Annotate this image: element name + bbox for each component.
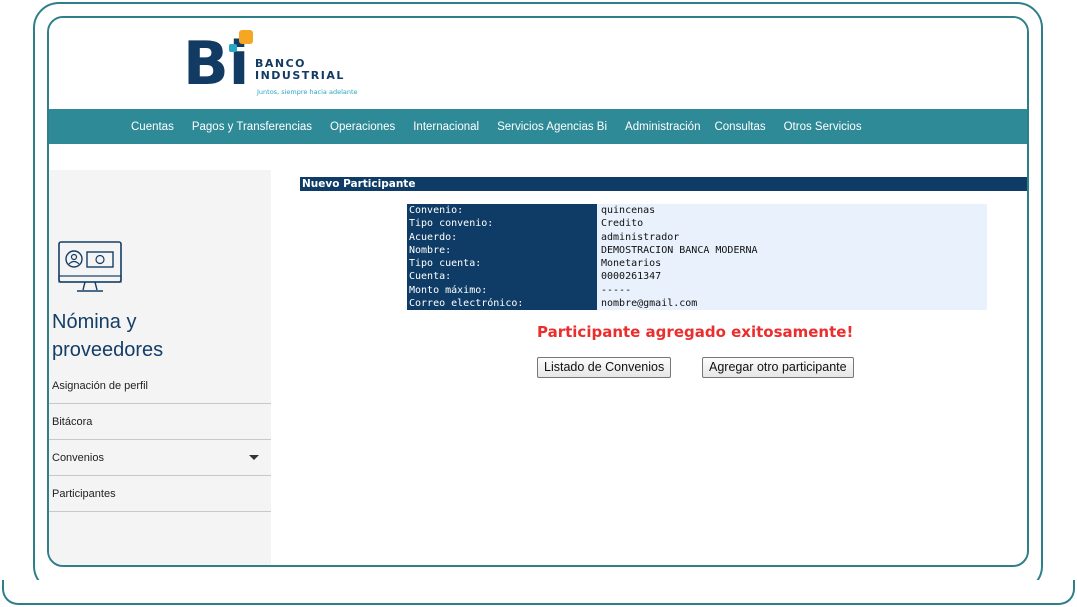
- nav-item-pagos[interactable]: Pagos y Transferencias: [192, 121, 312, 133]
- table-row: Acuerdo: administrador: [407, 230, 987, 244]
- add-another-participant-button[interactable]: Agregar otro participante: [702, 357, 854, 378]
- bank-name-line2: INDUSTRIAL: [255, 69, 345, 82]
- sidebar-title-line1: Nómina y: [52, 311, 137, 333]
- detail-label: Correo electrónico:: [407, 297, 597, 311]
- sidebar-title-line2: proveedores: [52, 339, 164, 361]
- bank-name: BANCO INDUSTRIAL: [255, 58, 345, 82]
- sidebar-item-label: Participantes: [52, 487, 116, 500]
- nav-item-operaciones[interactable]: Operaciones: [330, 121, 395, 133]
- table-row: Cuenta: 0000261347: [407, 270, 987, 284]
- section-title-bar: Nuevo Participante: [300, 177, 1027, 191]
- bi-logo-icon: Bi: [183, 29, 253, 96]
- detail-value: Credito: [597, 217, 987, 231]
- sidebar-item-bitacora[interactable]: Bitácora: [49, 404, 271, 440]
- detail-value: nombre@gmail.com: [597, 297, 987, 311]
- success-message: Participante agregado exitosamente!: [537, 323, 854, 341]
- detail-label: Cuenta:: [407, 270, 597, 284]
- main-nav: Cuentas Pagos y Transferencias Operacion…: [49, 109, 1027, 144]
- detail-value: administrador: [597, 230, 987, 244]
- table-row: Monto máximo: -----: [407, 283, 987, 298]
- nav-item-internacional[interactable]: Internacional: [413, 121, 479, 133]
- detail-value: -----: [597, 283, 987, 298]
- detail-value: DEMOSTRACION BANCA MODERNA: [597, 243, 987, 258]
- sidebar-item-convenios[interactable]: Convenios: [49, 440, 271, 476]
- detail-value: Monetarios: [597, 257, 987, 271]
- caret-down-icon[interactable]: [249, 455, 259, 460]
- table-row: Nombre: DEMOSTRACION BANCA MODERNA: [407, 243, 987, 258]
- bank-logo[interactable]: Bi BANCO INDUSTRIAL Juntos, siempre haci…: [183, 28, 373, 98]
- sidebar-menu: Asignación de perfil Bitácora Convenios …: [49, 368, 271, 512]
- table-row: Convenio: quincenas: [407, 204, 987, 218]
- laptop-base: [2, 580, 1075, 605]
- table-row: Tipo cuenta: Monetarios: [407, 257, 987, 271]
- site-header: Bi BANCO INDUSTRIAL Juntos, siempre haci…: [49, 18, 1027, 109]
- detail-label: Tipo convenio:: [407, 217, 597, 231]
- nav-item-cuentas[interactable]: Cuentas: [131, 121, 174, 133]
- list-agreements-button[interactable]: Listado de Convenios: [537, 357, 672, 378]
- sidebar: Nómina y proveedores Asignación de perfi…: [49, 170, 271, 565]
- sidebar-item-participantes[interactable]: Participantes: [49, 476, 271, 512]
- participant-details-table: Convenio: quincenas Tipo convenio: Credi…: [407, 204, 987, 311]
- sidebar-item-asignacion-perfil[interactable]: Asignación de perfil: [49, 368, 271, 404]
- table-row: Correo electrónico: nombre@gmail.com: [407, 297, 987, 311]
- nav-item-administracion[interactable]: Administración: [625, 121, 700, 133]
- detail-value: 0000261347: [597, 270, 987, 284]
- nav-item-consultas[interactable]: Consultas: [714, 121, 765, 133]
- nav-item-otros-servicios[interactable]: Otros Servicios: [784, 121, 862, 133]
- table-row: Tipo convenio: Credito: [407, 217, 987, 231]
- payroll-monitor-icon: [58, 241, 122, 292]
- detail-label: Convenio:: [407, 204, 597, 218]
- detail-label: Nombre:: [407, 243, 597, 258]
- sidebar-title: Nómina y proveedores: [52, 308, 163, 364]
- detail-label: Acuerdo:: [407, 230, 597, 244]
- sidebar-item-label: Bitácora: [52, 415, 93, 428]
- sidebar-item-label: Asignación de perfil: [52, 379, 149, 392]
- bank-tagline: Juntos, siempre hacia adelante: [257, 88, 358, 96]
- browser-screen: Bi BANCO INDUSTRIAL Juntos, siempre haci…: [47, 16, 1029, 567]
- detail-label: Monto máximo:: [407, 283, 597, 298]
- detail-label: Tipo cuenta:: [407, 257, 597, 271]
- detail-value: quincenas: [597, 204, 987, 218]
- nav-item-servicios-agencias[interactable]: Servicios Agencias Bi: [497, 121, 607, 133]
- sidebar-item-label: Convenios: [52, 451, 104, 464]
